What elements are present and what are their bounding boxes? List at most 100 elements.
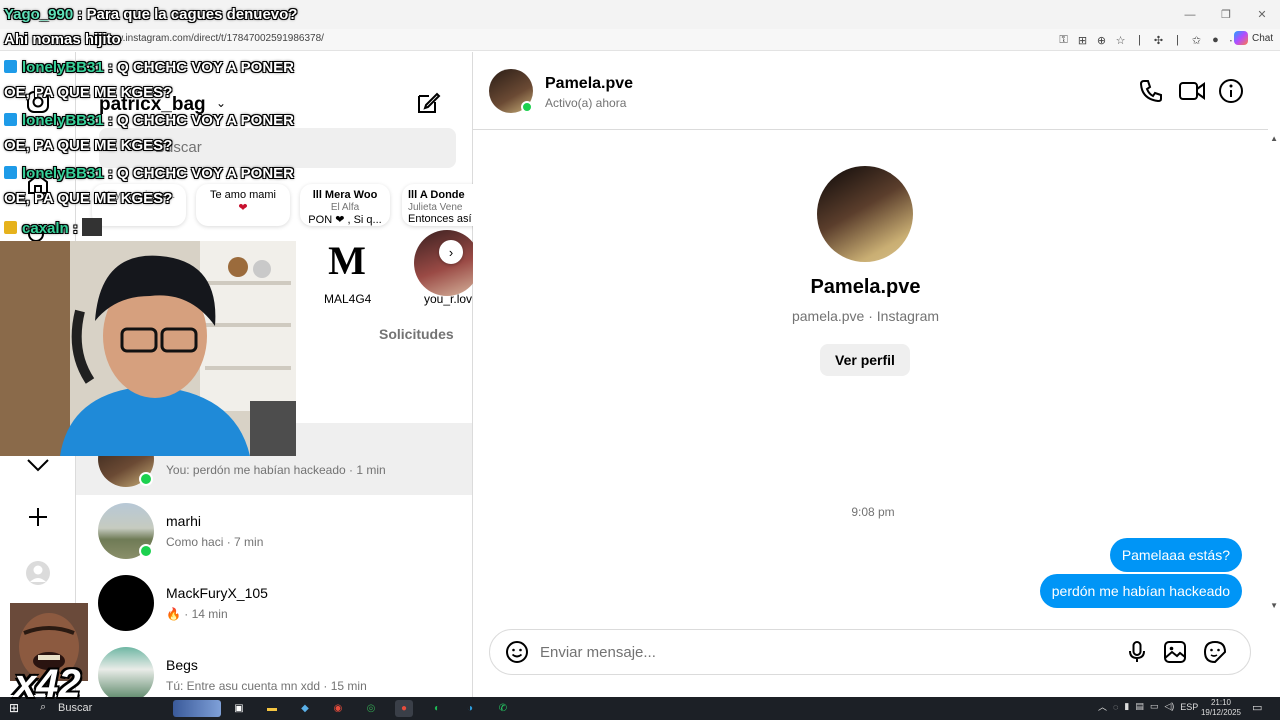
note-song-title: lll Mera Woo — [312, 189, 378, 201]
stream-chat-line: Ahi nomas hijito — [4, 31, 121, 48]
note-text: PON ❤ , Si q... — [308, 214, 382, 226]
conversation-name: marhi — [166, 513, 202, 529]
divider: | — [1138, 34, 1141, 46]
spotify-icon[interactable]: ◐ — [428, 700, 446, 717]
network-icon[interactable]: ▭ — [1150, 701, 1159, 712]
conversation-avatar — [98, 575, 154, 631]
new-message-icon[interactable] — [415, 90, 441, 116]
zoom-icon[interactable]: ⊕ — [1092, 31, 1111, 49]
stream-chat-line: OE, PA QUE ME KGES? — [4, 137, 172, 154]
clock-date: 19/12/2025 — [1200, 708, 1242, 717]
minimize-icon[interactable]: — — [1172, 0, 1208, 29]
stream-chat-line: Yago_990 : Para que la cagues denuevo? — [4, 6, 297, 23]
sticker-icon[interactable] — [1203, 640, 1227, 664]
language-indicator[interactable]: ESP — [1180, 702, 1198, 712]
heart-icon: ❤ — [238, 202, 248, 214]
address-bar[interactable]: w.instagram.com/direct/t/178470025919863… — [0, 29, 1280, 51]
copilot-button[interactable]: Chat — [1234, 31, 1273, 45]
image-icon[interactable] — [1163, 640, 1187, 664]
emoji-icon[interactable] — [505, 640, 529, 664]
close-icon[interactable]: ✕ — [1244, 0, 1280, 29]
chat-username: lonelyBB31 — [22, 112, 104, 129]
scroll-up-icon[interactable]: ▲ — [1270, 134, 1278, 143]
subscriber-badge-icon — [4, 166, 17, 179]
tray-app-icon[interactable]: ▮ — [1124, 701, 1129, 712]
obs-icon[interactable]: ● — [395, 700, 413, 717]
edge-icon[interactable]: ◑ — [461, 700, 479, 717]
notification-icon[interactable]: ▭ — [1252, 701, 1262, 714]
conversation-row[interactable]: marhi Como haci · 7 min — [76, 495, 472, 567]
tray-app-icon[interactable]: ▤ — [1135, 701, 1144, 712]
view-profile-button[interactable]: Ver perfil — [820, 344, 910, 376]
webcam-overlay — [0, 241, 296, 456]
whatsapp-icon[interactable]: ✆ — [494, 700, 512, 717]
story-avatar[interactable]: M — [314, 230, 380, 296]
profile-avatar[interactable] — [24, 559, 52, 587]
subscriber-badge-icon — [4, 113, 17, 126]
url-text[interactable]: w.instagram.com/direct/t/178470025919863… — [116, 33, 324, 44]
tray-app-icon[interactable]: ◌ — [1113, 702, 1118, 712]
search-highlight-icon[interactable] — [173, 700, 221, 717]
combo-multiplier: x42 — [14, 662, 81, 706]
message-composer[interactable]: Enviar mensaje... — [489, 629, 1251, 675]
tray-overflow-icon[interactable]: ︿ — [1098, 700, 1107, 713]
info-icon[interactable] — [1218, 78, 1244, 104]
chevron-down-icon[interactable]: ⌄ — [216, 96, 226, 110]
video-call-icon[interactable] — [1178, 78, 1205, 104]
message-timestamp: 9:08 pm — [851, 505, 895, 519]
microphone-icon[interactable] — [1125, 640, 1149, 664]
app-icon[interactable]: ◉ — [329, 700, 347, 717]
online-indicator — [139, 544, 153, 558]
note-text: Te amo mami — [209, 189, 277, 201]
task-view-icon[interactable]: ▣ — [230, 700, 248, 717]
note-bubble[interactable]: lll Mera Woo El Alfa PON ❤ , Si q... — [300, 184, 390, 226]
stream-chat-line: OE, PA QUE ME KGES? — [4, 84, 172, 101]
scroll-down-icon[interactable]: ▼ — [1270, 601, 1278, 610]
requests-link[interactable]: Solicitudes — [379, 326, 454, 342]
chevron-right-icon[interactable]: › — [439, 240, 463, 264]
system-tray: ︿ ◌ ▮ ▤ ▭ ◁) ESP — [1098, 700, 1198, 713]
favorite-star-icon[interactable]: ☆ — [1111, 31, 1130, 49]
message-bubble[interactable]: Pamelaaa estás? — [1109, 538, 1242, 572]
phone-call-icon[interactable] — [1138, 78, 1164, 104]
file-explorer-icon[interactable]: ▬ — [263, 700, 281, 717]
clock-time: 21:10 — [1210, 698, 1232, 707]
chrome-icon[interactable]: ◎ — [362, 700, 380, 717]
taskbar-clock[interactable]: 21:10 19/12/2025 — [1198, 698, 1244, 718]
copilot-label: Chat — [1252, 32, 1274, 44]
subscriber-badge-icon — [4, 60, 17, 73]
chat-pane: Pamela.pve Activo(a) ahora Pamela.pve pa… — [473, 52, 1280, 700]
message-input[interactable]: Enviar mensaje... — [540, 644, 656, 661]
volume-icon[interactable]: ◁) — [1164, 701, 1174, 712]
profile-avatar-icon[interactable]: ● — [1206, 31, 1225, 49]
crown-badge-icon — [4, 221, 17, 234]
note-bubble[interactable]: lll A Donde Julieta Vene Entonces así — [402, 184, 482, 226]
stream-chat-line: caxaln : — [4, 218, 103, 237]
maximize-icon[interactable]: ❐ — [1208, 0, 1244, 29]
conversation-row[interactable]: MackFuryX_105 🔥 · 14 min — [76, 567, 472, 639]
chat-message: : — [68, 220, 83, 237]
conversation-preview: Tú: Entre asu cuenta mn xdd · 15 min — [166, 679, 367, 693]
conversation-preview: Como haci · 7 min — [166, 535, 264, 549]
chat-username: lonelyBB31 — [22, 59, 104, 76]
create-plus-icon[interactable] — [24, 503, 52, 531]
chat-message: OE, PA QUE ME KGES? — [4, 190, 173, 207]
stream-chat-line: OE, PA QUE ME KGES? — [4, 190, 172, 207]
message-bubble[interactable]: perdón me habían hackeado — [1039, 574, 1242, 608]
chat-message: : Q CHCHC VOY A PONER — [103, 165, 295, 182]
stream-chat-line: lonelyBB31 : Q CHCHC VOY A PONER — [4, 165, 294, 182]
favorites-icon[interactable]: ✩ — [1187, 31, 1206, 49]
store-icon[interactable]: ◆ — [296, 700, 314, 717]
chat-contact-name[interactable]: Pamela.pve — [545, 75, 633, 93]
conversation-name: Begs — [166, 657, 198, 673]
note-song-title: lll A Donde — [408, 189, 465, 201]
profile-avatar-large[interactable] — [817, 166, 913, 262]
chat-username: lonelyBB31 — [22, 165, 104, 182]
stream-chat-line: lonelyBB31 : Q CHCHC VOY A PONER — [4, 59, 294, 76]
extensions-icon[interactable]: ✣ — [1149, 31, 1168, 49]
key-icon[interactable]: ⚿ — [1054, 31, 1073, 49]
note-bubble[interactable]: Te amo mami ❤ — [196, 184, 290, 226]
chat-message: OE, PA QUE ME KGES? — [4, 84, 173, 101]
chat-username: caxaln — [22, 220, 69, 237]
app-icon[interactable]: ⊞ — [1073, 31, 1092, 49]
